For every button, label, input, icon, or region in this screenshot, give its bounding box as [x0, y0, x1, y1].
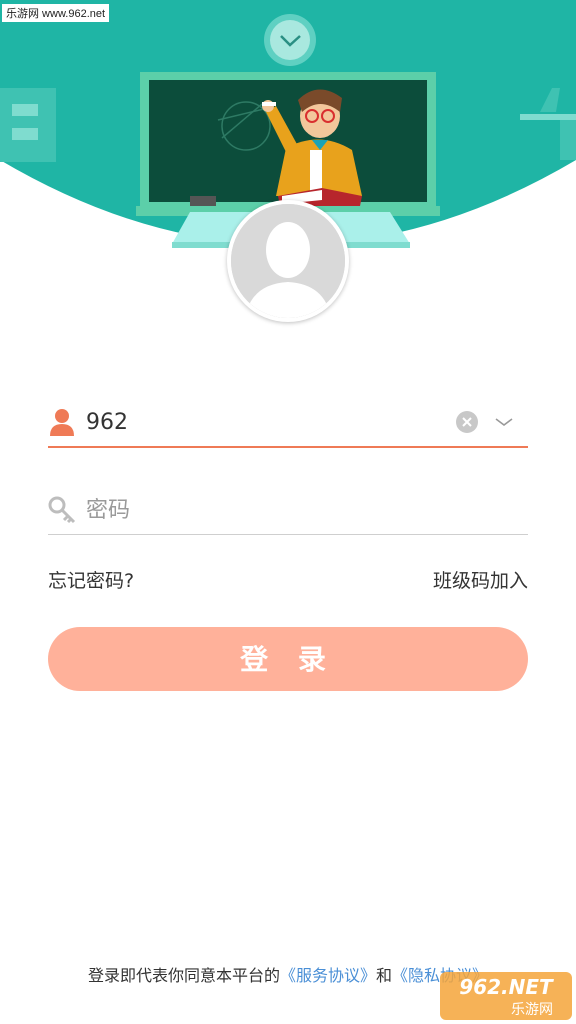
key-icon [48, 496, 76, 524]
agreement-prefix: 登录即代表你同意本平台的 [87, 966, 280, 985]
agreement-and: 和 [376, 966, 393, 985]
forgot-password-link[interactable]: 忘记密码? [48, 566, 134, 593]
username-input[interactable] [86, 398, 446, 446]
watermark-sub: 乐游网 [511, 1002, 553, 1018]
watermark-top: 乐游网 www.962.net [2, 4, 110, 22]
join-class-link[interactable]: 班级码加入 [433, 566, 528, 593]
clear-icon[interactable] [456, 411, 478, 433]
user-icon [48, 408, 76, 436]
avatar-placeholder-icon [231, 204, 345, 318]
chevron-down-icon[interactable] [492, 412, 516, 432]
service-agreement-link[interactable]: 《服务协议》 [280, 966, 376, 985]
watermark-logo: 962.NET 乐游网 [440, 972, 572, 1020]
watermark-brand: 962.NET [459, 975, 554, 999]
username-field [48, 398, 528, 448]
password-field [48, 486, 528, 535]
avatar[interactable] [227, 200, 349, 322]
password-input[interactable] [86, 486, 446, 534]
login-button[interactable]: 登 录 [48, 627, 528, 691]
